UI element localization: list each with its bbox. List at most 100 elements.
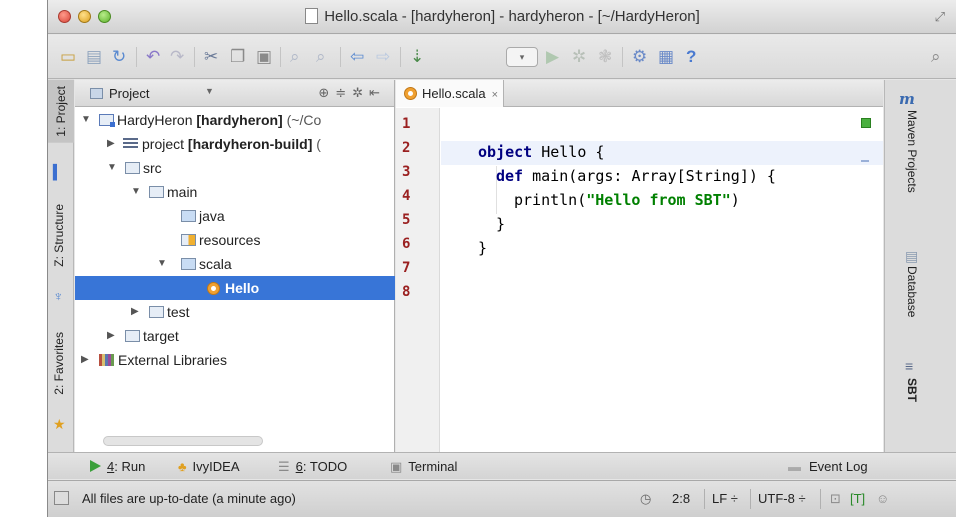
close-icon[interactable]: × xyxy=(492,89,498,101)
tab-label: Hello.scala xyxy=(422,86,486,101)
gear-icon[interactable]: ✲ xyxy=(352,85,369,100)
status-message: All files are up-to-date (a minute ago) xyxy=(82,491,296,506)
encoding-selector[interactable]: UTF-8 ÷ xyxy=(758,491,806,506)
main-toolbar: ▭ ▤ ↻ ↶ ↷ ✂ ❐ ▣ ⌕ ⌕ ⇦ ⇨ ⇣ ▾ ▶ ✲ ❃ ⚙ ▦ ? … xyxy=(48,35,956,79)
analysis-ok-icon[interactable] xyxy=(861,118,871,128)
paste-icon[interactable]: ▣ xyxy=(256,47,272,67)
tree-item-label: test xyxy=(167,304,190,320)
help-icon[interactable]: ? xyxy=(686,47,696,67)
tree-item-resources[interactable]: resources xyxy=(75,228,395,252)
right-tool-strip: m Maven Projects ▤ Database ≡ SBT xyxy=(884,80,956,452)
ivyidea-tool-button[interactable]: ♣ IvyIDEA xyxy=(178,459,240,474)
tab-database[interactable]: Database xyxy=(905,266,919,317)
line-separator-selector[interactable]: LF ÷ xyxy=(712,491,738,506)
project-panel-title: Project xyxy=(109,86,150,101)
toolbar-separator xyxy=(622,47,623,67)
hector-inspector-icon[interactable]: ☺ xyxy=(876,491,889,506)
copy-icon[interactable]: ❐ xyxy=(230,47,245,67)
redo-icon[interactable]: ↷ xyxy=(170,47,184,67)
code-line-6[interactable]: } xyxy=(478,239,487,257)
settings-icon[interactable]: ⚙ xyxy=(632,47,647,67)
editor: Hello.scala × 1 2 3 4 5 6 7 8 object Hell… xyxy=(396,80,883,452)
collapsed-arrow-icon[interactable]: ▶ xyxy=(107,324,115,348)
window-title: Hello.scala - [hardyheron] - hardyheron … xyxy=(324,8,700,25)
collapsed-arrow-icon[interactable]: ▶ xyxy=(131,300,139,324)
replace-icon[interactable]: ⌕ xyxy=(316,47,326,67)
run-configuration-dropdown[interactable]: ▾ xyxy=(506,47,538,67)
tree-item-label: main xyxy=(167,184,198,200)
terminal-tool-button[interactable]: ▣ Terminal xyxy=(390,459,457,475)
project-structure-icon[interactable]: ▦ xyxy=(658,47,674,67)
back-icon[interactable]: ⇦ xyxy=(350,47,364,67)
save-icon[interactable]: ▤ xyxy=(86,47,102,67)
tab-sbt[interactable]: SBT xyxy=(905,378,919,402)
event-log-tool-button[interactable]: ▬ Event Log xyxy=(788,459,868,474)
tree-item-java[interactable]: java xyxy=(75,204,395,228)
event-log-icon: ▬ xyxy=(788,459,801,474)
tree-item-target[interactable]: ▶ target xyxy=(75,324,395,348)
code-line-5[interactable]: } xyxy=(496,215,505,233)
run-tool-button[interactable]: 4: Run xyxy=(90,459,145,474)
read-only-lock-icon[interactable]: ⊡ xyxy=(830,491,841,507)
fullscreen-icon[interactable]: ⤢ xyxy=(935,9,945,25)
find-icon[interactable]: ⌕ xyxy=(290,47,300,67)
collapsed-arrow-icon[interactable]: ▶ xyxy=(81,348,89,372)
tree-item-scala[interactable]: ▼ scala xyxy=(75,252,395,276)
star-icon: ★ xyxy=(53,416,66,432)
chevron-down-icon[interactable]: ▼ xyxy=(205,86,214,96)
debug-icon[interactable]: ✲ xyxy=(572,47,586,67)
code-line-2[interactable]: object Hello { xyxy=(478,143,604,161)
todo-icon: ☰ xyxy=(278,459,290,474)
make-project-icon[interactable]: ⇣ xyxy=(410,47,424,67)
coverage-icon[interactable]: ❃ xyxy=(598,47,612,67)
left-tool-strip: 1: Project ▍ Z: Structure ♆ 2: Favorites… xyxy=(48,80,74,452)
undo-icon[interactable]: ↶ xyxy=(146,47,160,67)
tab-project[interactable]: 1: Project xyxy=(48,80,74,143)
tree-item-project[interactable]: ▶ project [hardyheron-build] ( xyxy=(75,132,395,156)
run-icon[interactable]: ▶ xyxy=(546,47,559,67)
expanded-arrow-icon[interactable]: ▼ xyxy=(131,180,141,204)
tree-item-src[interactable]: ▼ src xyxy=(75,156,395,180)
tree-item-test[interactable]: ▶ test xyxy=(75,300,395,324)
code-text: main(args: Array[String]) { xyxy=(523,167,776,185)
hide-panel-icon[interactable]: ⇤ xyxy=(369,85,386,100)
open-folder-icon[interactable]: ▭ xyxy=(60,47,76,67)
search-everywhere-icon[interactable]: ⌕ xyxy=(931,47,941,67)
collapsed-arrow-icon[interactable]: ▶ xyxy=(107,132,115,156)
horizontal-scrollbar[interactable] xyxy=(103,436,263,446)
line-number: 8 xyxy=(402,284,411,300)
background-tasks-icon[interactable]: ◷ xyxy=(640,491,651,507)
tree-item-external-libraries[interactable]: ▶ External Libraries xyxy=(75,348,395,372)
todo-label: : TODO xyxy=(302,459,348,474)
cut-icon[interactable]: ✂ xyxy=(204,47,218,67)
expanded-arrow-icon[interactable]: ▼ xyxy=(157,252,167,276)
tree-item-hardyheron[interactable]: ▼ HardyHeron [hardyheron] (~/Co xyxy=(75,108,395,132)
maven-icon: m xyxy=(899,90,915,108)
tab-structure[interactable]: Z: Structure xyxy=(52,204,66,267)
todo-tool-button[interactable]: ☰ 6: TODO xyxy=(278,459,347,475)
project-view-selector[interactable]: Project xyxy=(90,86,149,101)
expanded-arrow-icon[interactable]: ▼ xyxy=(81,108,91,132)
toolbar-separator xyxy=(400,47,401,67)
toolbar-separator xyxy=(340,47,341,67)
collapse-all-icon[interactable]: ≑ xyxy=(335,85,352,100)
library-icon xyxy=(99,354,114,366)
synchronize-icon[interactable]: ↻ xyxy=(112,47,126,67)
tab-hello-scala[interactable]: Hello.scala × xyxy=(396,80,504,107)
tab-maven-projects[interactable]: Maven Projects xyxy=(905,110,919,193)
toggle-tool-windows-icon[interactable] xyxy=(54,491,69,505)
line-number: 5 xyxy=(402,212,411,228)
error-stripe-marker[interactable] xyxy=(861,160,869,162)
forward-icon[interactable]: ⇨ xyxy=(376,47,390,67)
tree-item-main[interactable]: ▼ main xyxy=(75,180,395,204)
tab-favorites[interactable]: 2: Favorites xyxy=(52,332,66,395)
code-line-4[interactable]: println("Hello from SBT") xyxy=(514,191,740,209)
insert-mode-indicator[interactable]: [T] xyxy=(850,491,865,506)
code-line-3[interactable]: def main(args: Array[String]) { xyxy=(496,167,776,185)
line-number: 6 xyxy=(402,236,411,252)
event-log-label: Event Log xyxy=(809,459,868,474)
caret-position[interactable]: 2:8 xyxy=(672,491,690,506)
scroll-from-source-icon[interactable]: ⊕ xyxy=(318,85,335,100)
tree-item-hello[interactable]: Hello xyxy=(75,276,395,300)
expanded-arrow-icon[interactable]: ▼ xyxy=(107,156,117,180)
